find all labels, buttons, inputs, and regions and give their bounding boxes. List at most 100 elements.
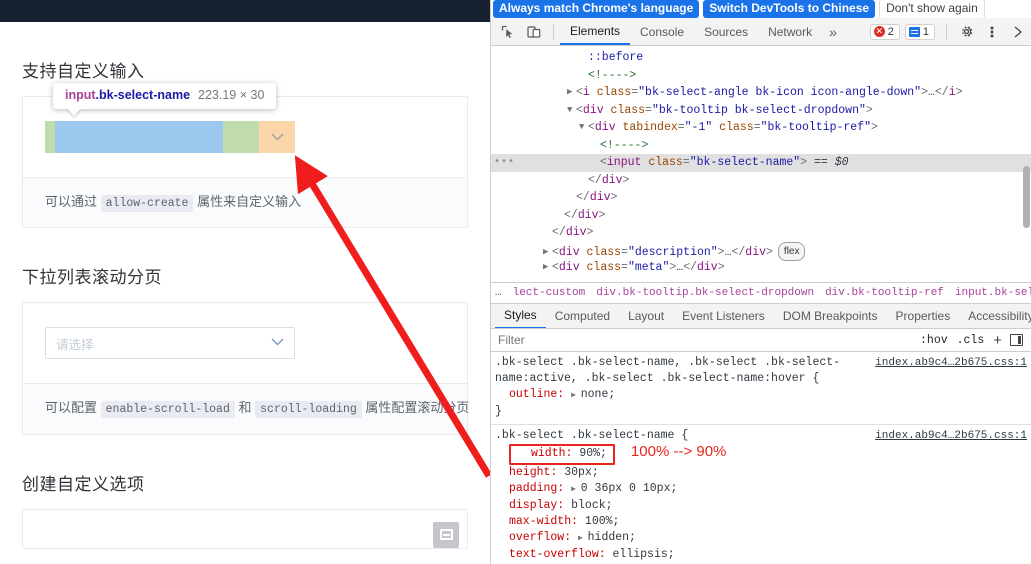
dom-token-pun: > <box>955 86 963 99</box>
dom-row[interactable]: <div class="description">…</div>flex <box>491 241 1031 261</box>
css-selector-continued[interactable]: name:active, .bk-select .bk-select-name:… <box>491 371 1031 387</box>
css-declaration-text-overflow[interactable]: text-overflow: ellipsis; <box>491 547 1031 562</box>
dom-token-pun: </ <box>552 226 566 239</box>
view-source-button[interactable] <box>433 521 459 548</box>
dom-tree[interactable]: ::before<!----><i class="bk-select-angle… <box>491 46 1031 282</box>
css-declaration-overflow[interactable]: overflow: ▶ hidden; <box>491 530 1031 547</box>
code-view-icon <box>439 529 453 541</box>
highlighted-declaration-line: width: 90%; 100% --> 90% <box>491 444 1031 465</box>
style-tab-dom-breakpoints[interactable]: DOM Breakpoints <box>774 304 887 328</box>
css-rule-source-link[interactable]: index.ab9c4…2b675.css:1 <box>875 355 1027 371</box>
css-declaration-height[interactable]: height: 30px; <box>491 465 1031 481</box>
dom-row-selected[interactable]: ••• <input class="bk-select-name"> == $0 <box>491 154 1031 172</box>
expand-shorthand-icon[interactable]: ▶ <box>578 534 588 543</box>
css-declaration-display[interactable]: display: block; <box>491 498 1031 514</box>
toolbar-divider <box>946 23 947 40</box>
dom-row[interactable]: <div class="bk-tooltip bk-select-dropdow… <box>491 102 1031 120</box>
breadcrumb-item[interactable]: lect-custom <box>513 287 586 299</box>
always-match-language-button[interactable]: Always match Chrome's language <box>493 0 700 18</box>
dom-row[interactable]: </div> <box>491 189 1031 207</box>
dom-token-dollar: $0 <box>834 156 849 169</box>
breadcrumb-item[interactable]: input.bk-select-name <box>955 287 1031 299</box>
dom-row-gutter-dots: ••• <box>494 157 516 168</box>
dom-token-tag: i <box>582 86 590 99</box>
style-tab-event-listeners[interactable]: Event Listeners <box>673 304 774 328</box>
style-tab-accessibility[interactable]: Accessibility <box>959 304 1031 328</box>
css-property-value[interactable]: block; <box>571 499 612 512</box>
css-property-value[interactable]: none; <box>581 388 616 401</box>
css-property-value[interactable]: 0 36px 0 10px; <box>581 482 678 495</box>
collapse-triangle-icon[interactable] <box>567 102 576 120</box>
dom-row[interactable]: <i class="bk-select-angle bk-icon icon-a… <box>491 84 1031 102</box>
expand-triangle-icon[interactable] <box>543 259 552 277</box>
computed-sidebar-toggle-icon[interactable] <box>1010 334 1023 346</box>
css-property-value[interactable]: 100%; <box>585 515 620 528</box>
css-declaration-width[interactable]: width: 90%; <box>513 447 607 460</box>
filter-input[interactable]: Filter <box>498 333 920 347</box>
expand-triangle-icon[interactable] <box>567 84 576 102</box>
dom-row[interactable]: <div tabindex="-1" class="bk-tooltip-ref… <box>491 119 1031 137</box>
dom-row[interactable]: <!----> <box>491 67 1031 85</box>
style-tab-computed[interactable]: Computed <box>546 304 619 328</box>
dont-show-again-button[interactable]: Don't show again <box>879 0 985 18</box>
style-tab-styles[interactable]: Styles <box>495 304 546 328</box>
new-style-rule-icon[interactable]: + <box>993 333 1002 348</box>
demo-card-custom-input: input.bk-select-name 223.19 × 30 可以通过 all… <box>22 83 468 229</box>
breadcrumb: … lect-custom div.bk-tooltip.bk-select-dro… <box>491 282 1031 303</box>
style-pane-tabs: Styles Computed Layout Event Listeners DOM B… <box>491 303 1031 329</box>
style-tab-layout[interactable]: Layout <box>619 304 673 328</box>
css-rule-source-link[interactable]: index.ab9c4…2b675.css:1 <box>875 428 1027 444</box>
dom-row[interactable]: </div> <box>491 207 1031 225</box>
tab-elements[interactable]: Elements <box>560 18 631 45</box>
select-scroll-pagination[interactable]: 请选择 <box>45 327 295 360</box>
css-property-value[interactable]: ellipsis; <box>613 548 675 561</box>
tab-sources[interactable]: Sources <box>694 18 758 45</box>
error-icon: ✕ <box>873 26 885 37</box>
css-declaration-outline[interactable]: outline: ▶ none; <box>491 387 1031 404</box>
css-property-name: padding: <box>509 482 572 495</box>
message-count-badge[interactable]: 1 <box>904 23 935 40</box>
inspected-select-highlight[interactable]: input.bk-select-name 223.19 × 30 <box>45 83 295 153</box>
dom-token-pun: > <box>871 121 878 134</box>
breadcrumb-item[interactable]: … <box>495 287 502 299</box>
dom-row[interactable]: </div> <box>491 172 1031 190</box>
hov-toggle[interactable]: :hov <box>920 334 948 347</box>
more-options-icon[interactable] <box>979 20 1005 44</box>
css-property-value[interactable]: 90%; <box>579 447 607 460</box>
dom-tree-scrollbar[interactable] <box>1023 166 1030 228</box>
annotation-highlight-box: width: 90%; <box>509 444 615 465</box>
demo-description-scroll-pagination: 可以配置 enable-scroll-load 和 scroll-loading… <box>23 383 469 434</box>
dom-row[interactable]: ::before <box>491 49 1031 67</box>
dom-token-val: "bk-tooltip bk-select-dropdown" <box>651 103 866 117</box>
style-tab-properties[interactable]: Properties <box>887 304 960 328</box>
devtools-language-banner: Always match Chrome's language Switch De… <box>491 0 1031 18</box>
switch-devtools-language-button[interactable]: Switch DevTools to Chinese <box>703 0 876 18</box>
close-devtools-icon[interactable] <box>1005 20 1031 44</box>
demo-card-scroll-pagination: 请选择 可以配置 enable-scroll-load 和 scroll-loa… <box>22 302 469 435</box>
breadcrumb-item[interactable]: div.bk-tooltip-ref <box>825 287 944 299</box>
gear-icon[interactable] <box>953 20 979 44</box>
dom-row[interactable]: <!----> <box>491 137 1031 155</box>
error-count-badge[interactable]: ✕ 2 <box>869 23 900 40</box>
cls-toggle[interactable]: .cls <box>957 334 985 347</box>
dom-row[interactable]: </div> <box>491 224 1031 242</box>
tab-console[interactable]: Console <box>630 18 694 45</box>
css-declaration-padding[interactable]: padding: ▶ 0 36px 0 10px; <box>491 481 1031 498</box>
css-property-name: overflow: <box>509 531 579 544</box>
dom-token-val: "description" <box>627 245 718 259</box>
css-property-value[interactable]: 30px; <box>564 466 599 479</box>
expand-shorthand-icon[interactable]: ▶ <box>571 485 581 494</box>
collapse-triangle-icon[interactable] <box>579 119 588 137</box>
inspect-element-icon[interactable] <box>495 20 521 44</box>
dom-row[interactable]: <div class="meta">…</div> <box>491 259 1031 277</box>
expand-shorthand-icon[interactable]: ▶ <box>571 391 581 400</box>
tab-network[interactable]: Network <box>758 18 822 45</box>
css-declaration-max-width[interactable]: max-width: 100%; <box>491 514 1031 530</box>
more-tabs-button[interactable]: » <box>822 18 844 45</box>
dom-token-txt <box>590 86 597 99</box>
screenshot-root: 支持自定义输入 input.bk-select-name223.19 × 30 <box>0 0 1031 564</box>
overlay-padding-left <box>45 121 55 153</box>
css-property-value[interactable]: hidden; <box>588 531 636 544</box>
device-toolbar-icon[interactable] <box>521 20 547 44</box>
breadcrumb-item[interactable]: div.bk-tooltip.bk-select-dropdown <box>596 287 814 299</box>
